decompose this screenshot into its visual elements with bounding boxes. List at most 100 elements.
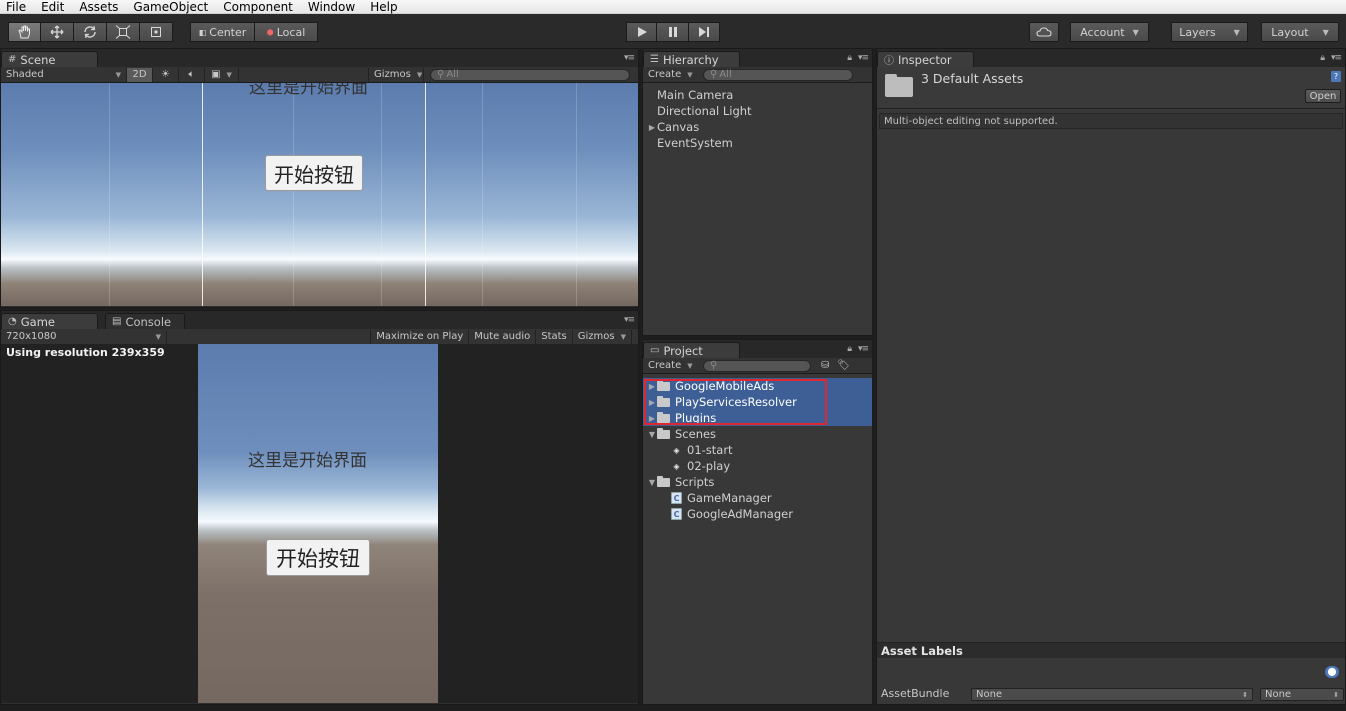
scene-gizmos-dropdown[interactable]: Gizmos ▼ <box>368 67 424 82</box>
pivot-group: ◧ Center ⬢ Local <box>190 22 318 42</box>
scale-tool-button[interactable] <box>107 22 140 42</box>
layers-dropdown[interactable]: Layers ▼ <box>1171 22 1248 42</box>
hierarchy-item[interactable]: Main Camera <box>643 87 872 103</box>
account-dropdown[interactable]: Account ▼ <box>1070 22 1149 42</box>
project-item[interactable]: ◈ 01-start <box>643 442 872 458</box>
menu-assets[interactable]: Assets <box>71 0 125 14</box>
menu-gameobject[interactable]: GameObject <box>125 0 215 14</box>
audio-toggle[interactable]: 🔈︎ <box>179 67 205 82</box>
pivot-center-button[interactable]: ◧ Center <box>190 22 255 42</box>
cloud-button[interactable] <box>1029 22 1059 42</box>
expand-arrow-icon[interactable]: ▶ <box>647 123 657 132</box>
layout-dropdown[interactable]: Layout ▼ <box>1261 22 1339 42</box>
chevron-down-icon: ▼ <box>115 70 121 79</box>
grid-line <box>482 83 483 306</box>
rotate-tool-button[interactable] <box>74 22 107 42</box>
scene-toolbar: Shaded ▼ 2D ☀ 🔈︎ ▣ ▼ Gizmos ▼ ⚲ All <box>1 67 638 83</box>
tab-console[interactable]: ▤ Console <box>105 313 185 329</box>
lighting-toggle[interactable]: ☀ <box>153 67 179 82</box>
mute-audio-toggle[interactable]: Mute audio <box>469 329 537 344</box>
lock-icon[interactable]: 🔒︎ <box>847 53 852 63</box>
open-button[interactable]: Open <box>1305 89 1341 103</box>
pivot-local-button[interactable]: ⬢ Local <box>255 22 318 42</box>
pause-button[interactable] <box>657 22 689 42</box>
scene-search-input[interactable]: ⚲ All <box>430 68 630 81</box>
game-ui-start-button[interactable]: 开始按钮 <box>266 539 370 576</box>
speaker-icon: 🔈︎ <box>188 69 195 80</box>
maximize-label: Maximize on Play <box>376 331 464 342</box>
hierarchy-search-input[interactable]: ⚲ All <box>703 68 853 81</box>
lock-icon[interactable]: 🔒︎ <box>847 344 852 354</box>
label-tag-icon[interactable]: ⬤ <box>1325 666 1339 678</box>
account-group: Account ▼ <box>1070 22 1149 42</box>
gizmos-label: Gizmos <box>374 69 411 80</box>
stats-toggle[interactable]: Stats <box>536 329 573 344</box>
project-search-input[interactable]: ⚲ <box>703 359 811 372</box>
panel-menu-icon[interactable]: ▾≡ <box>624 53 635 63</box>
help-icon[interactable]: ? <box>1331 71 1341 82</box>
asset-bundle-dropdown[interactable]: None ⬍ <box>971 688 1253 701</box>
asset-variant-dropdown[interactable]: None ⬍ <box>1260 688 1344 701</box>
collapse-arrow-icon[interactable]: ▼ <box>647 478 657 487</box>
menu-bar: File Edit Assets GameObject Component Wi… <box>0 0 1346 14</box>
game-viewport[interactable]: Using resolution 239x359 这里是开始界面 开始按钮 <box>1 344 638 703</box>
menu-help[interactable]: Help <box>362 0 404 14</box>
game-gizmos-dropdown[interactable]: Gizmos ▼ <box>573 329 632 344</box>
resolution-text: Using resolution 239x359 <box>6 346 165 359</box>
tab-inspector-label: Inspector <box>898 52 952 67</box>
account-label: Account <box>1080 25 1125 39</box>
shading-dropdown[interactable]: Shaded ▼ <box>1 67 127 82</box>
search-icon: ⚲ <box>437 69 445 80</box>
effects-dropdown[interactable]: ▣ ▼ <box>205 67 239 82</box>
project-item-label: Scripts <box>675 475 715 489</box>
mode-2d-toggle[interactable]: 2D <box>127 67 153 82</box>
lock-icon[interactable]: 🔒︎ <box>1320 53 1325 63</box>
play-button[interactable] <box>626 22 657 42</box>
menu-file[interactable]: File <box>0 0 33 14</box>
search-placeholder: All <box>446 69 459 80</box>
search-icon: ⚲ <box>710 69 718 80</box>
panel-menu-icon[interactable]: ▾≡ <box>624 315 635 325</box>
panel-menu-icon[interactable]: ▾≡ <box>858 53 869 63</box>
layers-group: Layers ▼ <box>1171 22 1248 42</box>
step-button[interactable] <box>689 22 720 42</box>
hierarchy-item-label: Directional Light <box>657 104 752 118</box>
chevron-updown-icon: ⬍ <box>1242 690 1248 699</box>
rect-tool-icon <box>151 27 161 37</box>
tab-game[interactable]: ◔ Game <box>1 313 98 329</box>
project-item-label: 02-play <box>687 459 731 473</box>
rect-tool-button[interactable] <box>140 22 173 42</box>
tab-hierarchy[interactable]: ☰ Hierarchy <box>643 51 740 67</box>
filter-type-icon[interactable]: ⛁ <box>821 360 829 371</box>
tab-project[interactable]: ▭ Project <box>643 342 740 358</box>
search-placeholder: All <box>719 69 732 80</box>
project-create-dropdown[interactable]: Create ▼ <box>643 359 703 373</box>
menu-window[interactable]: Window <box>300 0 362 14</box>
collapse-arrow-icon[interactable]: ▼ <box>647 430 657 439</box>
hierarchy-create-dropdown[interactable]: Create ▼ <box>643 68 703 82</box>
panel-menu-icon[interactable]: ▾≡ <box>1331 53 1342 63</box>
playback-controls <box>626 22 720 42</box>
hierarchy-item[interactable]: ▶ Canvas <box>643 119 872 135</box>
panel-menu-icon[interactable]: ▾≡ <box>858 344 869 354</box>
label-tag-icon[interactable]: 🏷︎ <box>837 360 850 371</box>
project-item[interactable]: ▼ Scenes <box>643 426 872 442</box>
scene-ui-start-button[interactable]: 开始按钮 <box>265 155 363 191</box>
menu-edit[interactable]: Edit <box>33 0 71 14</box>
project-item[interactable]: C GoogleAdManager <box>643 506 872 522</box>
maximize-on-play-toggle[interactable]: Maximize on Play <box>370 329 470 344</box>
tab-inspector[interactable]: ⓘ Inspector <box>877 51 974 67</box>
move-tool-button[interactable] <box>41 22 74 42</box>
hierarchy-item[interactable]: EventSystem <box>643 135 872 151</box>
scene-viewport[interactable]: 这里是开始界面 开始按钮 <box>1 83 638 306</box>
project-item[interactable]: ▼ Scripts <box>643 474 872 490</box>
project-item[interactable]: C GameManager <box>643 490 872 506</box>
project-item[interactable]: ◈ 02-play <box>643 458 872 474</box>
info-icon: ⓘ <box>884 56 894 67</box>
tab-scene[interactable]: # Scene <box>1 51 98 67</box>
hand-tool-button[interactable] <box>8 22 41 42</box>
chevron-updown-icon: ⬍ <box>1333 690 1339 699</box>
resolution-dropdown[interactable]: 720x1080 ▼ <box>1 329 167 344</box>
menu-component[interactable]: Component <box>215 0 300 14</box>
hierarchy-item[interactable]: Directional Light <box>643 103 872 119</box>
